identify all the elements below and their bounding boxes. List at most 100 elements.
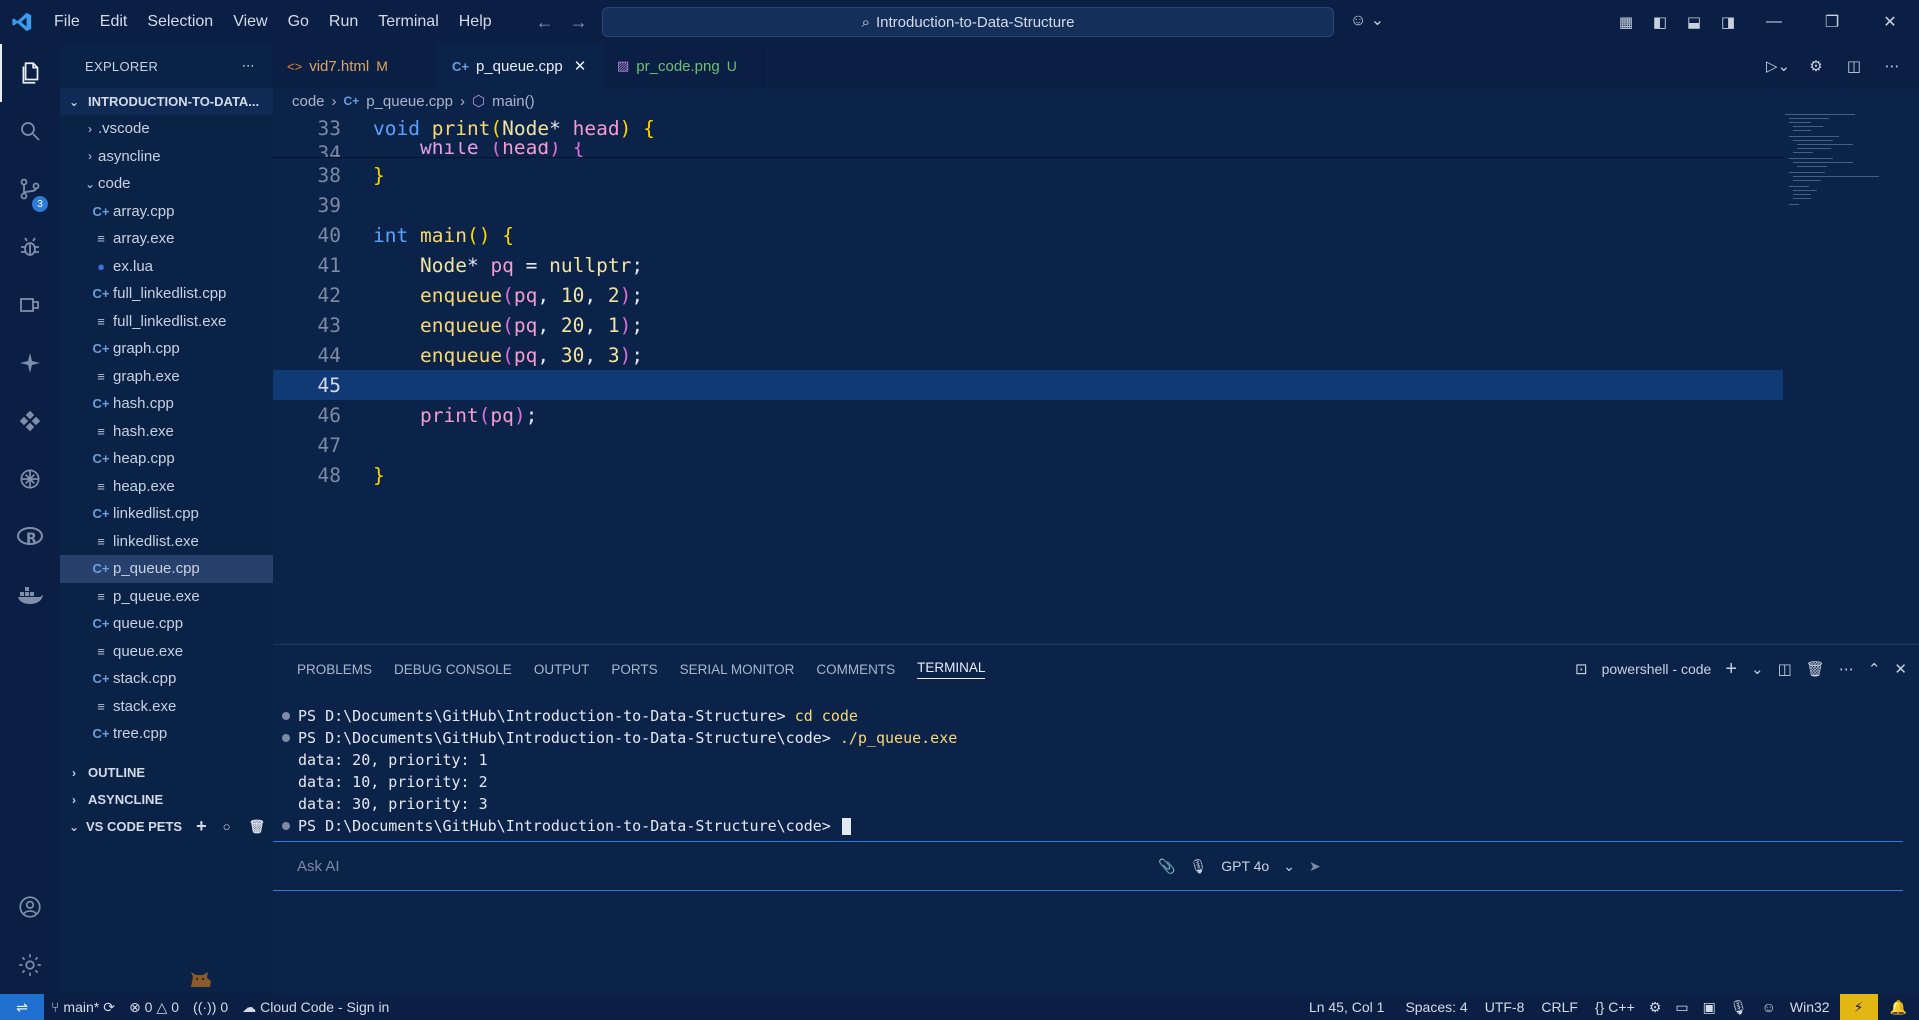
breadcrumb-file[interactable]: p_queue.cpp — [366, 93, 453, 110]
tab-ports[interactable]: PORTS — [611, 662, 657, 677]
tab-pr-code-png[interactable]: ▨ pr_code.png U — [603, 44, 768, 88]
customize-layout-icon[interactable]: ▦ — [1609, 0, 1643, 44]
indentation[interactable]: Spaces: 4 — [1398, 999, 1477, 1015]
search-activity-icon[interactable] — [0, 102, 60, 160]
layout-icon[interactable]: ▣ — [1696, 999, 1723, 1016]
ask-ai-bar[interactable]: Ask AI 📎 🎙 GPT 4o ⌄ ➤ — [273, 841, 1903, 891]
editor-more-icon[interactable]: ⋯ — [1875, 44, 1909, 88]
attach-icon[interactable]: 📎 — [1158, 858, 1175, 875]
command-center-search[interactable]: ⌕ Introduction-to-Data-Structure — [602, 7, 1334, 37]
run-code-icon[interactable]: ▷⌄ — [1761, 44, 1795, 88]
code-line[interactable]: 40 int main() { — [273, 220, 1783, 250]
file-item[interactable]: C+ tree.cpp — [60, 720, 273, 748]
code-line[interactable]: 39 — [273, 190, 1783, 220]
file-item[interactable]: C+ graph.cpp — [60, 335, 273, 363]
problems-indicator[interactable]: ⊗ 0 △ 0 — [122, 999, 186, 1016]
language-mode[interactable]: {} C++ — [1588, 999, 1642, 1015]
run-debug-icon[interactable] — [0, 218, 60, 276]
microphone-icon[interactable]: 🎙 — [1189, 858, 1207, 875]
sticky-line-33[interactable]: 33 void print(Node* head) { — [273, 114, 1783, 144]
kill-terminal-icon[interactable]: 🗑 — [1806, 660, 1825, 678]
file-item[interactable]: ≡ graph.exe — [60, 363, 273, 391]
close-panel-icon[interactable]: ✕ — [1894, 660, 1907, 678]
more-actions-icon[interactable]: ⋯ — [242, 58, 255, 74]
file-item[interactable]: ≡ stack.exe — [60, 693, 273, 721]
voice-icon[interactable]: 🎙 — [1723, 999, 1755, 1016]
code-editor[interactable]: 33 void print(Node* head) { 34 while (he… — [273, 114, 1919, 644]
remote-explorer-icon[interactable] — [0, 276, 60, 334]
tab-comments[interactable]: COMMENTS — [816, 662, 895, 677]
branch-indicator[interactable]: ⑂ main* ⟳ — [44, 999, 122, 1016]
new-terminal-icon[interactable]: + — [1725, 658, 1737, 681]
breadcrumb-symbol[interactable]: main() — [492, 93, 535, 110]
end-of-line[interactable]: CRLF — [1534, 999, 1588, 1015]
remote-indicator-icon[interactable]: ⇌ — [0, 994, 44, 1020]
menu-run[interactable]: Run — [319, 0, 368, 44]
settings-gear-icon[interactable] — [0, 936, 60, 994]
menu-file[interactable]: File — [44, 0, 90, 44]
file-item[interactable]: ≡ p_queue.exe — [60, 583, 273, 611]
add-pet-icon[interactable]: + — [196, 816, 207, 837]
ask-ai-input[interactable]: Ask AI — [297, 858, 340, 875]
code-line[interactable]: 43 enqueue(pq, 20, 1); — [273, 310, 1783, 340]
broadcast-off-icon[interactable]: ⚡ — [1839, 994, 1878, 1020]
cloud-code-indicator[interactable]: ☁ Cloud Code - Sign in — [235, 999, 396, 1016]
menu-view[interactable]: View — [223, 0, 277, 44]
minimap[interactable] — [1785, 112, 1885, 212]
copilot-sparkle-icon[interactable] — [0, 334, 60, 392]
code-line[interactable]: 41 Node* pq = nullptr; — [273, 250, 1783, 280]
throw-ball-icon[interactable]: ○ — [223, 819, 231, 834]
notifications-bell-icon[interactable]: 🔔 — [1878, 999, 1919, 1016]
file-item[interactable]: C+ array.cpp — [60, 198, 273, 226]
code-line[interactable]: 42 enqueue(pq, 10, 2); — [273, 280, 1783, 310]
close-window-icon[interactable]: ✕ — [1861, 0, 1919, 44]
code-line[interactable]: 47 — [273, 430, 1783, 460]
asyncline-section[interactable]: › ASYNCLINE — [60, 786, 273, 813]
file-item[interactable]: C+ heap.cpp — [60, 445, 273, 473]
command-decoration-icon[interactable] — [273, 822, 298, 830]
terminal-name[interactable]: powershell - code — [1602, 661, 1712, 677]
source-control-icon[interactable]: 3 — [0, 160, 60, 218]
menu-help[interactable]: Help — [449, 0, 502, 44]
command-decoration-icon[interactable] — [273, 712, 298, 720]
code-line[interactable]: 48 } — [273, 460, 1783, 490]
file-item[interactable]: C+ p_queue.cpp — [60, 555, 273, 583]
tab-p-queue-cpp[interactable]: C+ p_queue.cpp ✕ — [438, 44, 603, 88]
editor-settings-icon[interactable]: ⚙ — [1799, 44, 1833, 88]
chevron-down-icon[interactable]: ⌄ — [1283, 858, 1295, 875]
file-item[interactable]: C+ hash.cpp — [60, 390, 273, 418]
delete-pet-icon[interactable]: 🗑 — [248, 819, 265, 835]
extension-icon[interactable]: ⚙ — [1642, 999, 1669, 1016]
toggle-secondary-sidebar-icon[interactable]: ◨ — [1711, 0, 1745, 44]
chatgpt-icon[interactable] — [0, 450, 60, 508]
vscode-pets-section[interactable]: ⌄ VS CODE PETS + ○ 🗑 — [60, 813, 273, 840]
forward-arrow-icon[interactable]: → — [570, 12, 588, 33]
maximize-panel-icon[interactable]: ⌃ — [1868, 660, 1881, 678]
workspace-root[interactable]: ⌄ INTRODUCTION-TO-DATA... — [60, 88, 273, 115]
tab-terminal[interactable]: TERMINAL — [917, 660, 986, 679]
code-line[interactable]: 38 } — [273, 160, 1783, 190]
sticky-line-34[interactable]: 34 while (head) { — [273, 142, 1783, 158]
folder-asyncline[interactable]: › asyncline — [60, 143, 273, 171]
file-item[interactable]: ≡ linkedlist.exe — [60, 528, 273, 556]
account-icon[interactable] — [0, 878, 60, 936]
tab-problems[interactable]: PROBLEMS — [297, 662, 372, 677]
platform[interactable]: Win32 — [1783, 999, 1840, 1015]
model-selector[interactable]: GPT 4o — [1221, 858, 1269, 874]
split-editor-icon[interactable]: ◫ — [1837, 44, 1871, 88]
code-line[interactable]: 44 enqueue(pq, 30, 3); — [273, 340, 1783, 370]
menu-terminal[interactable]: Terminal — [368, 0, 448, 44]
file-item[interactable]: ● ex.lua — [60, 253, 273, 281]
folder-vscode[interactable]: › .vscode — [60, 115, 273, 143]
restore-icon[interactable]: ❐ — [1803, 0, 1861, 44]
cursor-position[interactable]: Ln 45, Col 1 — [1302, 999, 1399, 1015]
docker-icon[interactable] — [0, 566, 60, 624]
outline-section[interactable]: › OUTLINE — [60, 759, 273, 786]
ports-indicator[interactable]: ((·)) 0 — [186, 999, 235, 1015]
folder-code[interactable]: ⌄ code — [60, 170, 273, 198]
tab-output[interactable]: OUTPUT — [534, 662, 590, 677]
current-code-line[interactable]: 45 — [273, 370, 1783, 400]
split-terminal-icon[interactable]: ◫ — [1778, 660, 1792, 678]
file-item[interactable]: C+ linkedlist.cpp — [60, 500, 273, 528]
menu-go[interactable]: Go — [278, 0, 319, 44]
